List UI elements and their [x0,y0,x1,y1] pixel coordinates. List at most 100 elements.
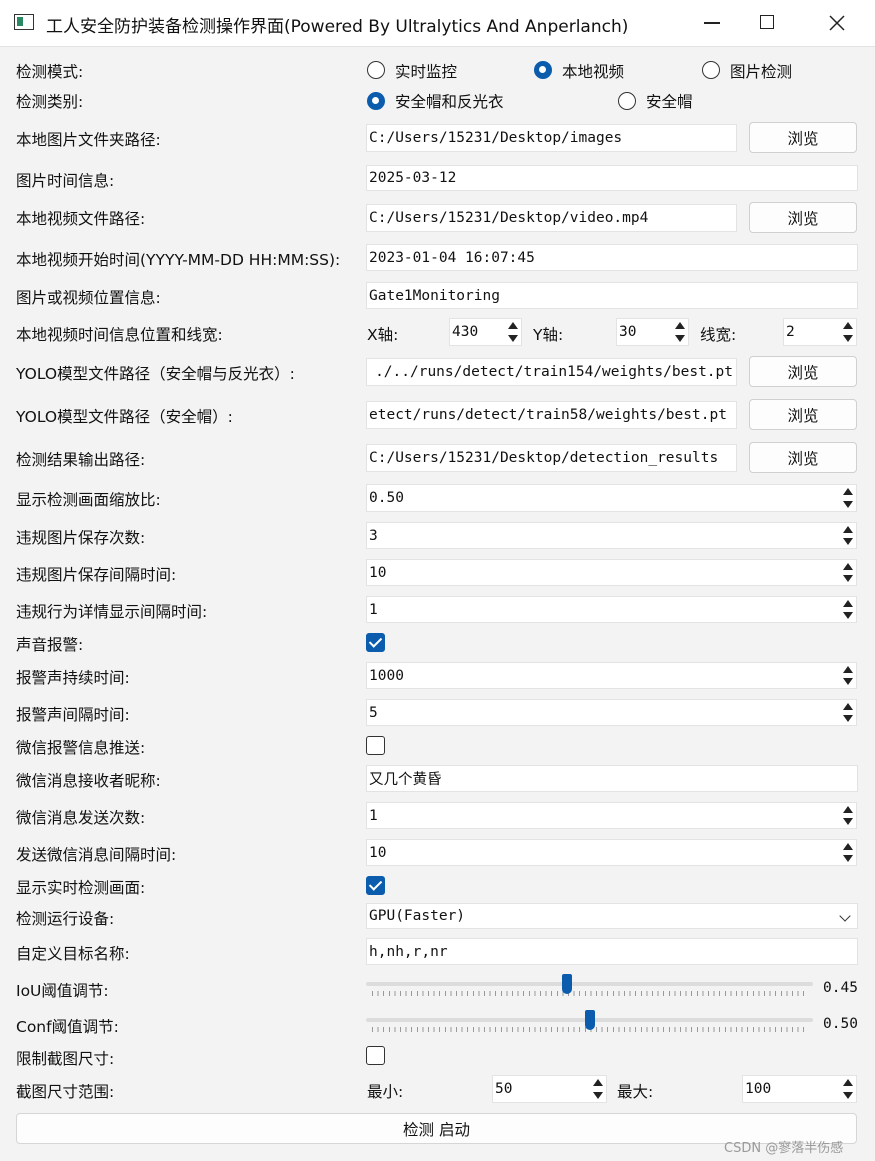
close-button[interactable] [808,0,864,46]
maximize-button[interactable] [740,0,796,46]
targets-input[interactable]: h,nh,r,nr [366,938,858,965]
yolo-helmet-vest-label: YOLO模型文件路径（安全帽与反光衣）: [16,365,295,383]
spin-up-icon[interactable] [843,666,853,673]
wechat-receiver-label: 微信消息接收者昵称: [16,772,161,790]
category-helmet-vest-label[interactable]: 安全帽和反光衣 [395,90,504,112]
iou-slider-handle[interactable] [562,974,573,994]
device-label: 检测运行设备: [16,910,115,928]
image-folder-input[interactable]: C:/Users/15231/Desktop/images [366,124,737,152]
spin-down-icon[interactable] [843,818,853,825]
spin-up-icon[interactable] [593,1079,603,1086]
yolo-helmet-input[interactable]: etect/runs/detect/train58/weights/best.p… [366,401,737,429]
category-helmet-label[interactable]: 安全帽 [646,90,693,112]
minimize-button[interactable] [684,0,740,46]
category-helmet-vest-radio[interactable] [367,92,385,110]
detail-interval-spinbox[interactable]: 1 [366,596,857,623]
y-axis-label: Y轴: [533,326,564,344]
spin-up-icon[interactable] [843,806,853,813]
spin-down-icon[interactable] [843,501,853,508]
iou-slider-track[interactable] [366,982,813,986]
line-width-spinbox[interactable]: 2 [783,318,857,346]
spin-up-icon[interactable] [675,322,685,329]
wechat-push-checkbox[interactable] [366,736,385,755]
spin-down-icon[interactable] [843,1092,853,1099]
spin-up-icon[interactable] [508,322,518,329]
spin-up-icon[interactable] [843,526,853,533]
spin-down-icon[interactable] [843,538,853,545]
spin-up-icon[interactable] [843,600,853,607]
mode-image-radio[interactable] [702,61,720,79]
category-helmet-radio[interactable] [618,92,636,110]
spin-down-icon[interactable] [843,575,853,582]
spin-down-icon[interactable] [843,715,853,722]
sound-alarm-checkbox[interactable] [366,633,385,652]
line-width-spin-buttons[interactable] [839,319,856,345]
alarm-duration-label: 报警声持续时间: [16,669,130,687]
spin-up-icon[interactable] [843,843,853,850]
spin-up-icon[interactable] [843,1079,853,1086]
spin-down-icon[interactable] [843,678,853,685]
spin-down-icon[interactable] [843,335,853,342]
spin-up-icon[interactable] [843,563,853,570]
mode-realtime-label[interactable]: 实时监控 [395,60,457,82]
spin-up-icon[interactable] [843,488,853,495]
location-input[interactable]: Gate1Monitoring [366,282,858,309]
spin-up-icon[interactable] [843,322,853,329]
mode-image-label[interactable]: 图片检测 [730,60,792,82]
location-label: 图片或视频位置信息: [16,289,161,307]
detail-interval-spin-buttons[interactable] [839,597,856,622]
y-axis-spin-buttons[interactable] [671,319,688,345]
yolo-helmet-browse-button[interactable]: 浏览 [749,399,857,430]
output-path-browse-button[interactable]: 浏览 [749,442,857,473]
mode-realtime-radio[interactable] [367,61,385,79]
wechat-interval-spin-buttons[interactable] [839,840,856,865]
mode-local-video-radio[interactable] [534,61,552,79]
yolo-helmet-vest-input[interactable]: ./../runs/detect/train154/weights/best.p… [366,358,737,386]
image-time-input[interactable]: 2025-03-12 [366,165,858,191]
spin-down-icon[interactable] [843,612,853,619]
device-combobox[interactable]: GPU(Faster) [366,903,858,929]
spin-up-icon[interactable] [843,703,853,710]
wechat-count-spin-buttons[interactable] [839,803,856,828]
alarm-interval-value: 5 [369,704,378,721]
line-width-label: 线宽: [700,326,737,344]
mode-local-video-label[interactable]: 本地视频 [562,60,624,82]
alarm-interval-spin-buttons[interactable] [839,700,856,725]
wechat-interval-spinbox[interactable]: 10 [366,839,857,866]
wechat-receiver-input[interactable]: 又几个黄昏 [366,765,858,792]
alarm-duration-spinbox[interactable]: 1000 [366,662,857,689]
crop-min-spin-buttons[interactable] [589,1076,606,1102]
crop-min-spinbox[interactable]: 50 [492,1075,607,1103]
limit-crop-checkbox[interactable] [366,1046,385,1065]
conf-slider[interactable] [366,1010,813,1036]
spin-down-icon[interactable] [843,855,853,862]
spin-down-icon[interactable] [508,335,518,342]
spin-down-icon[interactable] [593,1092,603,1099]
crop-max-spinbox[interactable]: 100 [742,1075,857,1103]
alarm-duration-spin-buttons[interactable] [839,663,856,688]
alarm-interval-spinbox[interactable]: 5 [366,699,857,726]
video-start-input[interactable]: 2023-01-04 16:07:45 [366,244,858,271]
conf-slider-handle[interactable] [584,1010,595,1030]
iou-slider[interactable] [366,974,813,1000]
scale-spinbox[interactable]: 0.50 [366,484,857,512]
save-interval-spinbox[interactable]: 10 [366,559,857,586]
minimize-icon [704,22,720,24]
x-axis-spinbox[interactable]: 430 [449,318,522,346]
yolo-helmet-vest-browse-button[interactable]: 浏览 [749,356,857,387]
video-path-input[interactable]: C:/Users/15231/Desktop/video.mp4 [366,204,737,232]
show-realtime-checkbox[interactable] [366,876,385,895]
save-interval-spin-buttons[interactable] [839,560,856,585]
scale-spin-buttons[interactable] [839,485,856,511]
x-axis-spin-buttons[interactable] [504,319,521,345]
save-count-spinbox[interactable]: 3 [366,522,857,549]
spin-down-icon[interactable] [675,335,685,342]
save-count-spin-buttons[interactable] [839,523,856,548]
video-path-browse-button[interactable]: 浏览 [749,202,857,233]
image-folder-browse-button[interactable]: 浏览 [749,122,857,153]
chevron-down-icon[interactable] [839,910,851,922]
wechat-count-spinbox[interactable]: 1 [366,802,857,829]
output-path-input[interactable]: C:/Users/15231/Desktop/detection_results [366,444,737,472]
y-axis-spinbox[interactable]: 30 [616,318,689,346]
crop-max-spin-buttons[interactable] [839,1076,856,1102]
